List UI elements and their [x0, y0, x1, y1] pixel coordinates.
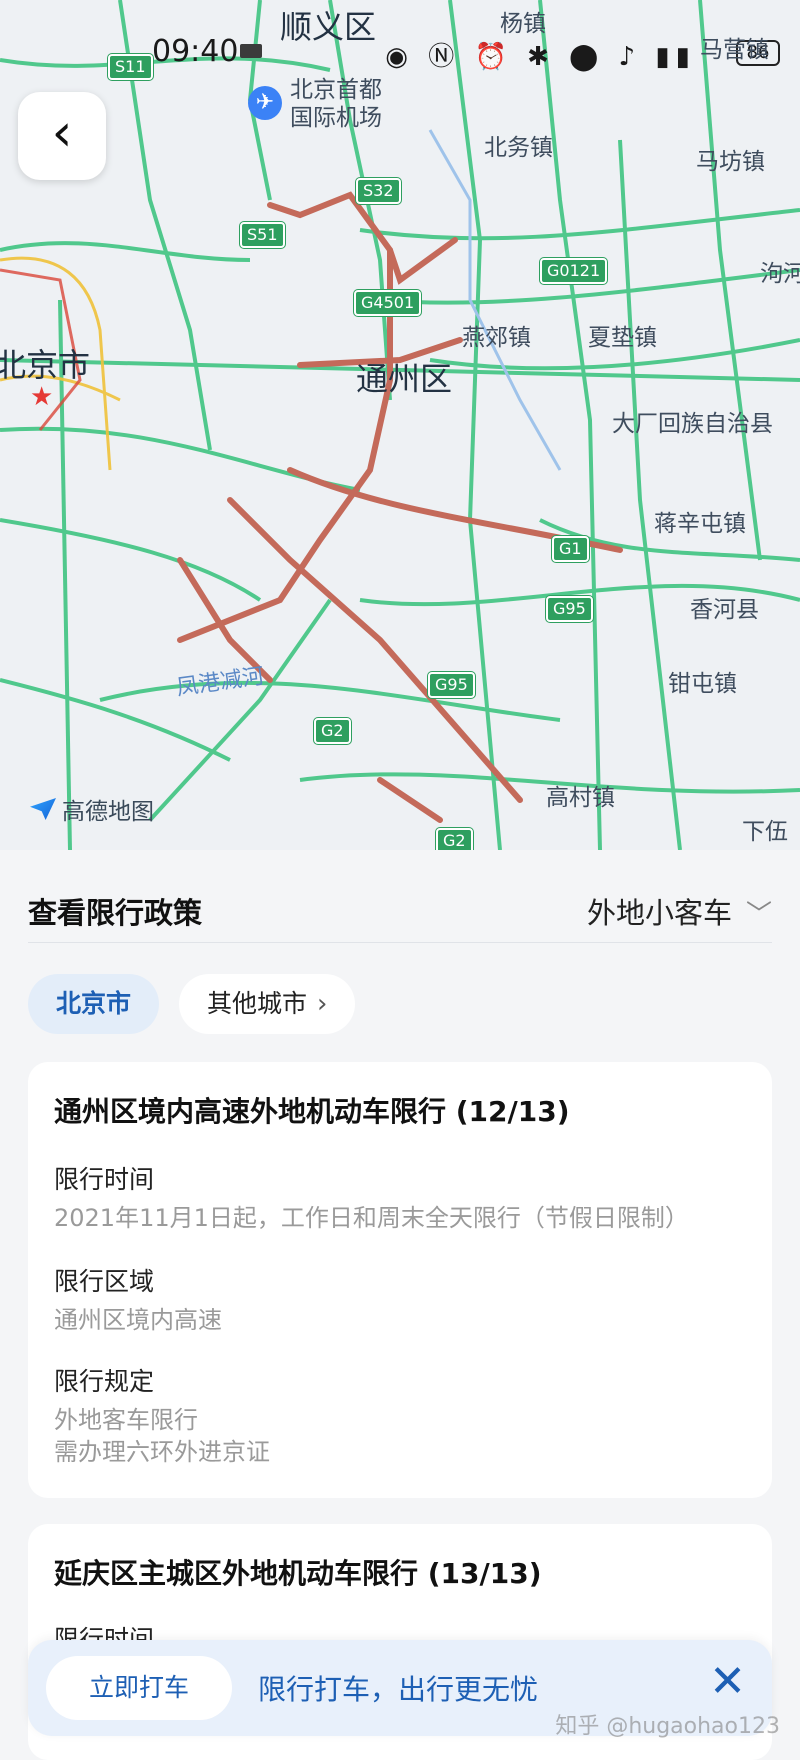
map-label-xiawu: 下伍: [742, 819, 788, 845]
highway-shield: G2: [314, 718, 351, 744]
chevron-left-icon: ‹: [51, 103, 73, 163]
time-label: 限行时间: [54, 1165, 155, 1194]
map-view[interactable]: 09:40 ◉ Ⓝ ⏰ ✱ ⬤ ♪ ▮▮ 86 ‹ ✈ 北京首都 国际机场 顺义…: [0, 0, 800, 850]
close-icon[interactable]: ✕: [709, 1660, 746, 1704]
map-label-beiwu: 北务镇: [484, 135, 553, 161]
amap-logo: 高德地图: [30, 792, 154, 826]
vehicle-type-label: 外地小客车: [586, 896, 732, 930]
area-value: 通州区境内高速: [54, 1306, 222, 1334]
watermark: 知乎 @hugaohao123: [555, 1714, 780, 1739]
time-value: 2021年11月1日起，工作日和周末全天限行（节假日限制）: [54, 1204, 689, 1232]
capital-star-icon: ★: [30, 382, 54, 412]
tab-label: 北京市: [56, 989, 132, 1018]
highway-shield: G2: [436, 828, 473, 850]
map-label-tongzhou: 通州区: [356, 360, 453, 398]
policy-title: 查看限行政策: [28, 896, 203, 930]
area-label: 限行区域: [54, 1267, 155, 1296]
map-label-beijing: 北京市: [0, 346, 91, 384]
map-label-mafang: 马坊镇: [696, 149, 765, 175]
map-label-xiadian: 夏垫镇: [588, 325, 657, 351]
highway-shield: S11: [108, 54, 153, 80]
map-label-dachang: 大厂回族自治县: [612, 411, 773, 437]
chevron-right-icon: ›: [317, 989, 328, 1019]
clock: 09:40: [152, 34, 239, 69]
highway-shield: G95: [546, 596, 593, 622]
map-label-gaocun: 高村镇: [546, 785, 615, 811]
highway-shield: S51: [240, 222, 285, 248]
card-title: 延庆区主城区外地机动车限行 (13/13): [54, 1557, 542, 1590]
highway-shield: G4501: [354, 290, 422, 316]
banner-message: 限行打车，出行更无忧: [258, 1673, 539, 1706]
restriction-card-details[interactable]: 通州区境内高速外地机动车限行 (12/13) 限行时间 2021年11月1日起，…: [28, 1062, 772, 1498]
map-label-jiangxintun: 蒋辛屯镇: [654, 511, 746, 537]
map-label-top-right: 马营镇: [700, 37, 769, 63]
amap-logo-icon: [30, 798, 56, 820]
airport-icon: ✈: [248, 86, 282, 120]
highway-shield: S32: [356, 178, 401, 204]
rule-value-2: 需办理六环外进京证: [54, 1438, 270, 1466]
tab-beijing[interactable]: 北京市: [28, 974, 160, 1034]
status-icons: ◉ Ⓝ ⏰ ✱ ⬤ ♪ ▮▮: [385, 42, 696, 72]
map-label-qiantun: 钳屯镇: [668, 671, 737, 697]
highway-shield: G95: [428, 672, 475, 698]
policy-header: 查看限行政策 外地小客车 ﹀: [28, 890, 772, 943]
amap-logo-text: 高德地图: [62, 799, 154, 825]
map-label-paohe: 泃河: [760, 261, 800, 287]
card-title: 通州区境内高速外地机动车限行 (12/13): [54, 1095, 570, 1128]
highway-shield: G0121: [540, 258, 608, 284]
hail-taxi-button[interactable]: 立即打车: [46, 1656, 232, 1720]
chevron-down-icon: ﹀: [745, 900, 772, 930]
highway-shield: G1: [552, 536, 589, 562]
back-button[interactable]: ‹: [18, 92, 106, 180]
map-label-xianghe: 香河县: [690, 597, 759, 623]
map-label-yangzhen: 杨镇: [500, 11, 546, 37]
rule-value-1: 外地客车限行: [54, 1406, 198, 1434]
map-label-airport: 北京首都 国际机场: [290, 77, 382, 131]
tab-label: 其他城市: [207, 989, 308, 1018]
map-label-yanjiao: 燕郊镇: [462, 325, 531, 351]
tab-other-cities[interactable]: 其他城市 ›: [179, 974, 356, 1034]
sim-icon: [240, 44, 262, 58]
map-label-shunyi: 顺义区: [280, 8, 377, 46]
rule-label: 限行规定: [54, 1367, 155, 1396]
vehicle-type-selector[interactable]: 外地小客车 ﹀: [587, 890, 772, 932]
city-tabs: 北京市 其他城市 ›: [28, 974, 356, 1034]
